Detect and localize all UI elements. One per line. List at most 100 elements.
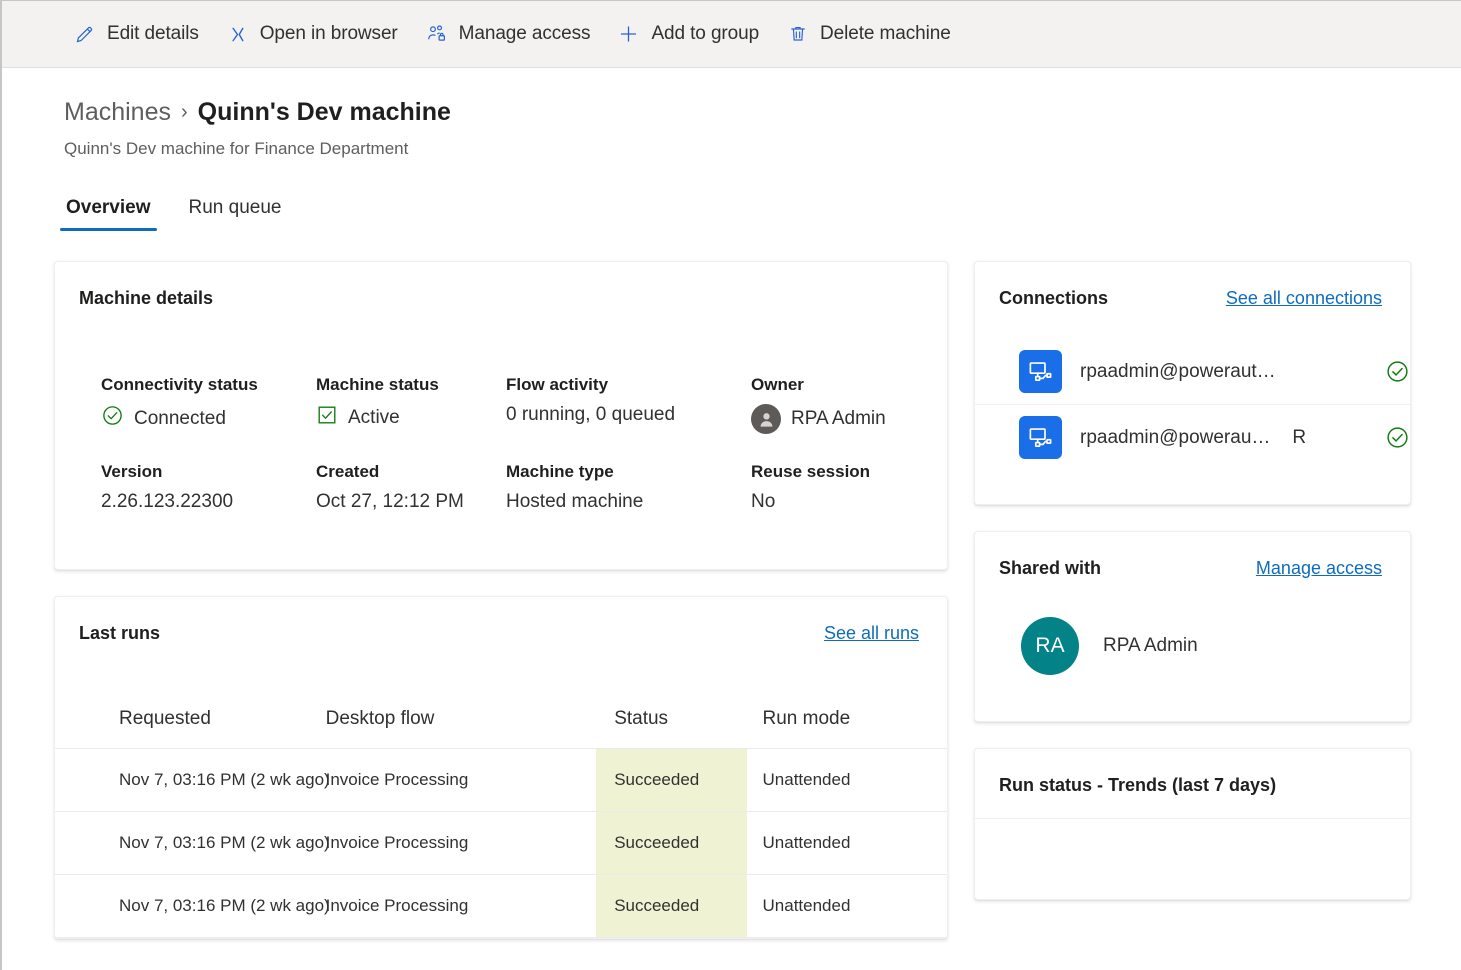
circle-check-icon <box>1385 425 1410 450</box>
field-machine-type: Machine type Hosted machine <box>506 462 751 513</box>
connections-title: Connections <box>999 288 1109 308</box>
shared-with-card: Shared with Manage access RA RPA Admin <box>974 531 1411 722</box>
breadcrumb: Machines › Quinn's Dev machine <box>64 98 1461 127</box>
delete-machine-button[interactable]: Delete machine <box>773 10 965 58</box>
manage-access-button[interactable]: Manage access <box>412 10 605 58</box>
pencil-icon <box>74 24 95 45</box>
breadcrumb-machines-link[interactable]: Machines <box>64 98 171 127</box>
command-bar: Edit details Open in browser Manage acce… <box>2 1 1461 68</box>
field-label: Machine type <box>506 462 614 481</box>
connections-card: Connections See all connections rpaadmin… <box>974 261 1411 505</box>
tab-overview-label: Overview <box>66 197 151 218</box>
page-header: Machines › Quinn's Dev machine Quinn's D… <box>2 68 1461 159</box>
shared-with-header: Shared with Manage access <box>975 532 1410 579</box>
field-value-wrap: Active <box>316 404 506 432</box>
run-status-trends-title: Run status - Trends (last 7 days) <box>999 775 1277 795</box>
circle-check-icon <box>1385 359 1410 384</box>
main-column: Machine details Connectivity status Conn… <box>54 261 948 939</box>
field-label: Owner <box>751 375 804 394</box>
cell-status: Succeeded <box>596 811 747 875</box>
add-to-group-button[interactable]: Add to group <box>604 10 773 58</box>
desktop-flow-connection-icon <box>1019 416 1062 459</box>
open-in-browser-icon <box>227 24 248 45</box>
column-header-requested[interactable]: Requested <box>55 708 326 749</box>
table-row[interactable]: Nov 7, 03:16 PM (2 wk ago) Invoice Proce… <box>55 874 947 938</box>
field-label: Machine status <box>316 375 439 394</box>
see-all-connections-link[interactable]: See all connections <box>1226 288 1382 309</box>
open-in-browser-label: Open in browser <box>259 23 398 44</box>
tab-list: Overview Run queue <box>2 159 1461 231</box>
chevron-right-icon: › <box>181 101 188 123</box>
field-label: Connectivity status <box>101 375 258 394</box>
last-runs-title: Last runs <box>79 623 161 643</box>
machine-detail-page: Edit details Open in browser Manage acce… <box>0 0 1461 970</box>
edit-details-label: Edit details <box>107 23 199 44</box>
person-avatar-icon <box>751 404 781 434</box>
trash-icon <box>787 24 808 45</box>
cell-desktop-flow: Invoice Processing <box>325 874 597 938</box>
desktop-flow-connection-icon <box>1019 350 1062 393</box>
cell-desktop-flow: Invoice Processing <box>325 748 597 812</box>
cell-desktop-flow: Invoice Processing <box>325 811 597 875</box>
table-row[interactable]: Nov 7, 03:16 PM (2 wk ago) Invoice Proce… <box>55 811 947 875</box>
field-value: Connected <box>134 407 226 429</box>
field-machine-status: Machine status Active <box>316 375 506 434</box>
machine-details-card: Machine details Connectivity status Conn… <box>54 261 948 570</box>
field-value-wrap: No <box>751 491 947 513</box>
page-title: Quinn's Dev machine <box>197 98 451 126</box>
field-value-wrap: 0 running, 0 queued <box>506 404 751 426</box>
field-value-wrap: Oct 27, 12:12 PM <box>316 491 506 513</box>
connections-header: Connections See all connections <box>975 262 1410 309</box>
last-runs-header: Last runs See all runs <box>55 597 947 644</box>
checkbox-checked-icon <box>316 404 338 432</box>
side-column: Connections See all connections rpaadmin… <box>974 261 1411 900</box>
field-label: Reuse session <box>751 462 871 481</box>
tab-run-queue-label: Run queue <box>188 197 282 218</box>
content-area: Machine details Connectivity status Conn… <box>2 231 1461 939</box>
table-row[interactable]: Nov 7, 03:16 PM (2 wk ago) Invoice Proce… <box>55 748 947 812</box>
delete-machine-label: Delete machine <box>820 23 951 44</box>
field-version: Version 2.26.123.22300 <box>101 462 316 513</box>
run-status-trends-header: Run status - Trends (last 7 days) <box>975 749 1410 819</box>
manage-access-icon <box>426 24 447 45</box>
cell-requested: Nov 7, 03:16 PM (2 wk ago) <box>55 874 330 938</box>
list-item[interactable]: rpaadmin@powerau… R <box>975 404 1410 470</box>
field-value: RPA Admin <box>791 408 886 429</box>
shared-person-name: RPA Admin <box>1103 635 1198 656</box>
see-all-runs-link[interactable]: See all runs <box>824 623 919 644</box>
connection-name: rpaadmin@powerau… <box>1080 426 1271 448</box>
plus-icon <box>618 24 639 45</box>
field-owner: Owner RPA Admin <box>751 375 947 434</box>
cell-requested: Nov 7, 03:16 PM (2 wk ago) <box>55 811 330 875</box>
last-runs-card: Last runs See all runs Requested Desktop… <box>54 596 948 939</box>
field-value-wrap: Hosted machine <box>506 491 751 513</box>
connection-name: rpaadmin@poweraut… <box>1080 360 1276 382</box>
manage-access-link[interactable]: Manage access <box>1256 558 1382 579</box>
tab-run-queue[interactable]: Run queue <box>183 193 288 231</box>
edit-details-button[interactable]: Edit details <box>60 10 213 58</box>
field-label: Flow activity <box>506 375 609 394</box>
machine-details-title: Machine details <box>79 288 214 308</box>
page-subtitle: Quinn's Dev machine for Finance Departme… <box>64 139 409 158</box>
column-header-desktop-flow[interactable]: Desktop flow <box>325 708 597 749</box>
list-item[interactable]: rpaadmin@poweraut… <box>975 339 1410 404</box>
field-label: Version <box>101 462 163 481</box>
tab-overview[interactable]: Overview <box>60 193 157 231</box>
field-value: 2.26.123.22300 <box>101 491 234 512</box>
open-in-browser-button[interactable]: Open in browser <box>213 10 412 58</box>
shared-with-title: Shared with <box>999 558 1102 578</box>
field-label: Created <box>316 462 380 481</box>
cell-status: Succeeded <box>596 748 747 812</box>
machine-details-grid: Connectivity status Connected Machine st… <box>55 309 947 569</box>
machine-details-header: Machine details <box>55 262 947 309</box>
cell-run-mode: Unattended <box>746 748 947 812</box>
column-header-run-mode[interactable]: Run mode <box>746 708 947 749</box>
column-header-status[interactable]: Status <box>596 708 747 749</box>
field-flow-activity: Flow activity 0 running, 0 queued <box>506 375 751 434</box>
last-runs-table: Requested Desktop flow Status Run mode N… <box>55 708 947 938</box>
field-value-wrap: RPA Admin <box>751 404 947 434</box>
